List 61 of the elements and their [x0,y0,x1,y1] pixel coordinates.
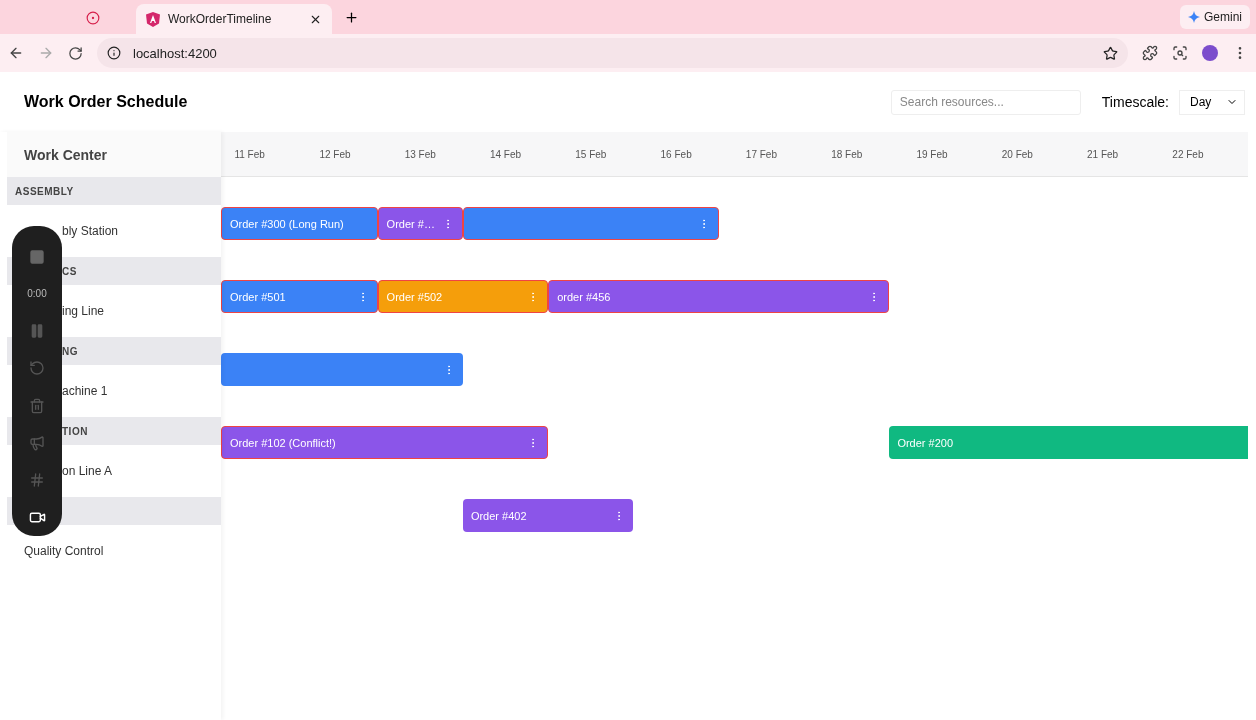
work-center-item[interactable]: ing Line [62,304,105,318]
order-label: Order #200 [897,436,954,449]
order-label: order #456 [557,290,611,303]
tab-title: WorkOrderTimeline [168,12,273,26]
date-label: 22 Feb [1171,147,1205,162]
forward-icon[interactable] [38,45,54,61]
screen-search-icon[interactable] [1172,45,1188,61]
stop-icon[interactable] [29,248,45,265]
timescale-label: Timescale: [1101,94,1169,110]
angular-logo-icon [146,11,160,27]
record-icon[interactable] [86,11,100,25]
date-label: 16 Feb [659,147,693,162]
star-icon[interactable] [1103,45,1118,61]
order-label: Order #502 [386,290,443,303]
order-label: Order #102 (Conflict!) [230,436,336,449]
order-bar[interactable]: Order #402 [462,499,634,532]
date-label: 21 Feb [1086,147,1120,162]
order-bar[interactable]: Order #102 (Conflict!) [221,426,549,459]
date-label: 15 Feb [574,147,608,162]
date-label: 20 Feb [1000,147,1034,162]
megaphone-icon[interactable] [29,434,45,451]
work-center-item[interactable]: bly Station [62,224,119,238]
trash-icon[interactable] [29,397,45,414]
browser-tab[interactable]: WorkOrderTimeline [136,4,332,34]
date-label: 18 Feb [830,147,864,162]
avatar-icon[interactable] [1202,45,1218,61]
work-center-item[interactable]: on Line A [62,464,113,478]
order-label: Order #300 (Long Run) [230,217,344,230]
extensions-icon[interactable] [1142,45,1158,61]
order-bar[interactable]: Order #501 [221,280,378,313]
reload-icon[interactable] [68,45,83,61]
date-label: 14 Feb [488,147,523,162]
url-text: localhost:4200 [133,45,217,61]
date-label: 13 Feb [403,147,437,162]
group-header: ASSEMBLY [7,177,221,205]
date-label: 11 Feb [233,147,266,162]
assistant-button[interactable]: Gemini [1180,5,1250,29]
order-bar[interactable]: order #456 [548,280,890,313]
work-center-item[interactable]: Quality Control [24,544,104,558]
order-label: Order #402 [470,509,527,522]
sparkle-icon [1188,11,1200,23]
order-bar[interactable]: Order #… [377,207,463,240]
date-label: 12 Feb [318,147,352,162]
restart-icon[interactable] [29,360,45,377]
page-title: Work Order Schedule [24,93,189,111]
order-label: Order #501 [230,290,286,303]
recording-timer: 0:00 [27,288,47,300]
address-bar[interactable]: localhost:4200 [97,38,1128,68]
column-heading: Work Center [7,132,221,177]
timescale-select[interactable]: Day [1179,89,1245,115]
work-center-item[interactable]: achine 1 [62,384,108,398]
grid-icon[interactable] [29,472,45,489]
date-label: 19 Feb [915,147,949,162]
back-icon[interactable] [8,45,24,61]
order-label: Order #… [386,217,435,230]
new-tab-icon[interactable] [344,10,359,25]
search-field[interactable]: Search resources... [890,89,1081,115]
date-label: 17 Feb [744,147,778,162]
info-icon[interactable] [107,46,121,60]
pause-icon[interactable] [29,323,45,340]
order-bar[interactable]: Order #300 (Long Run) [221,207,378,240]
